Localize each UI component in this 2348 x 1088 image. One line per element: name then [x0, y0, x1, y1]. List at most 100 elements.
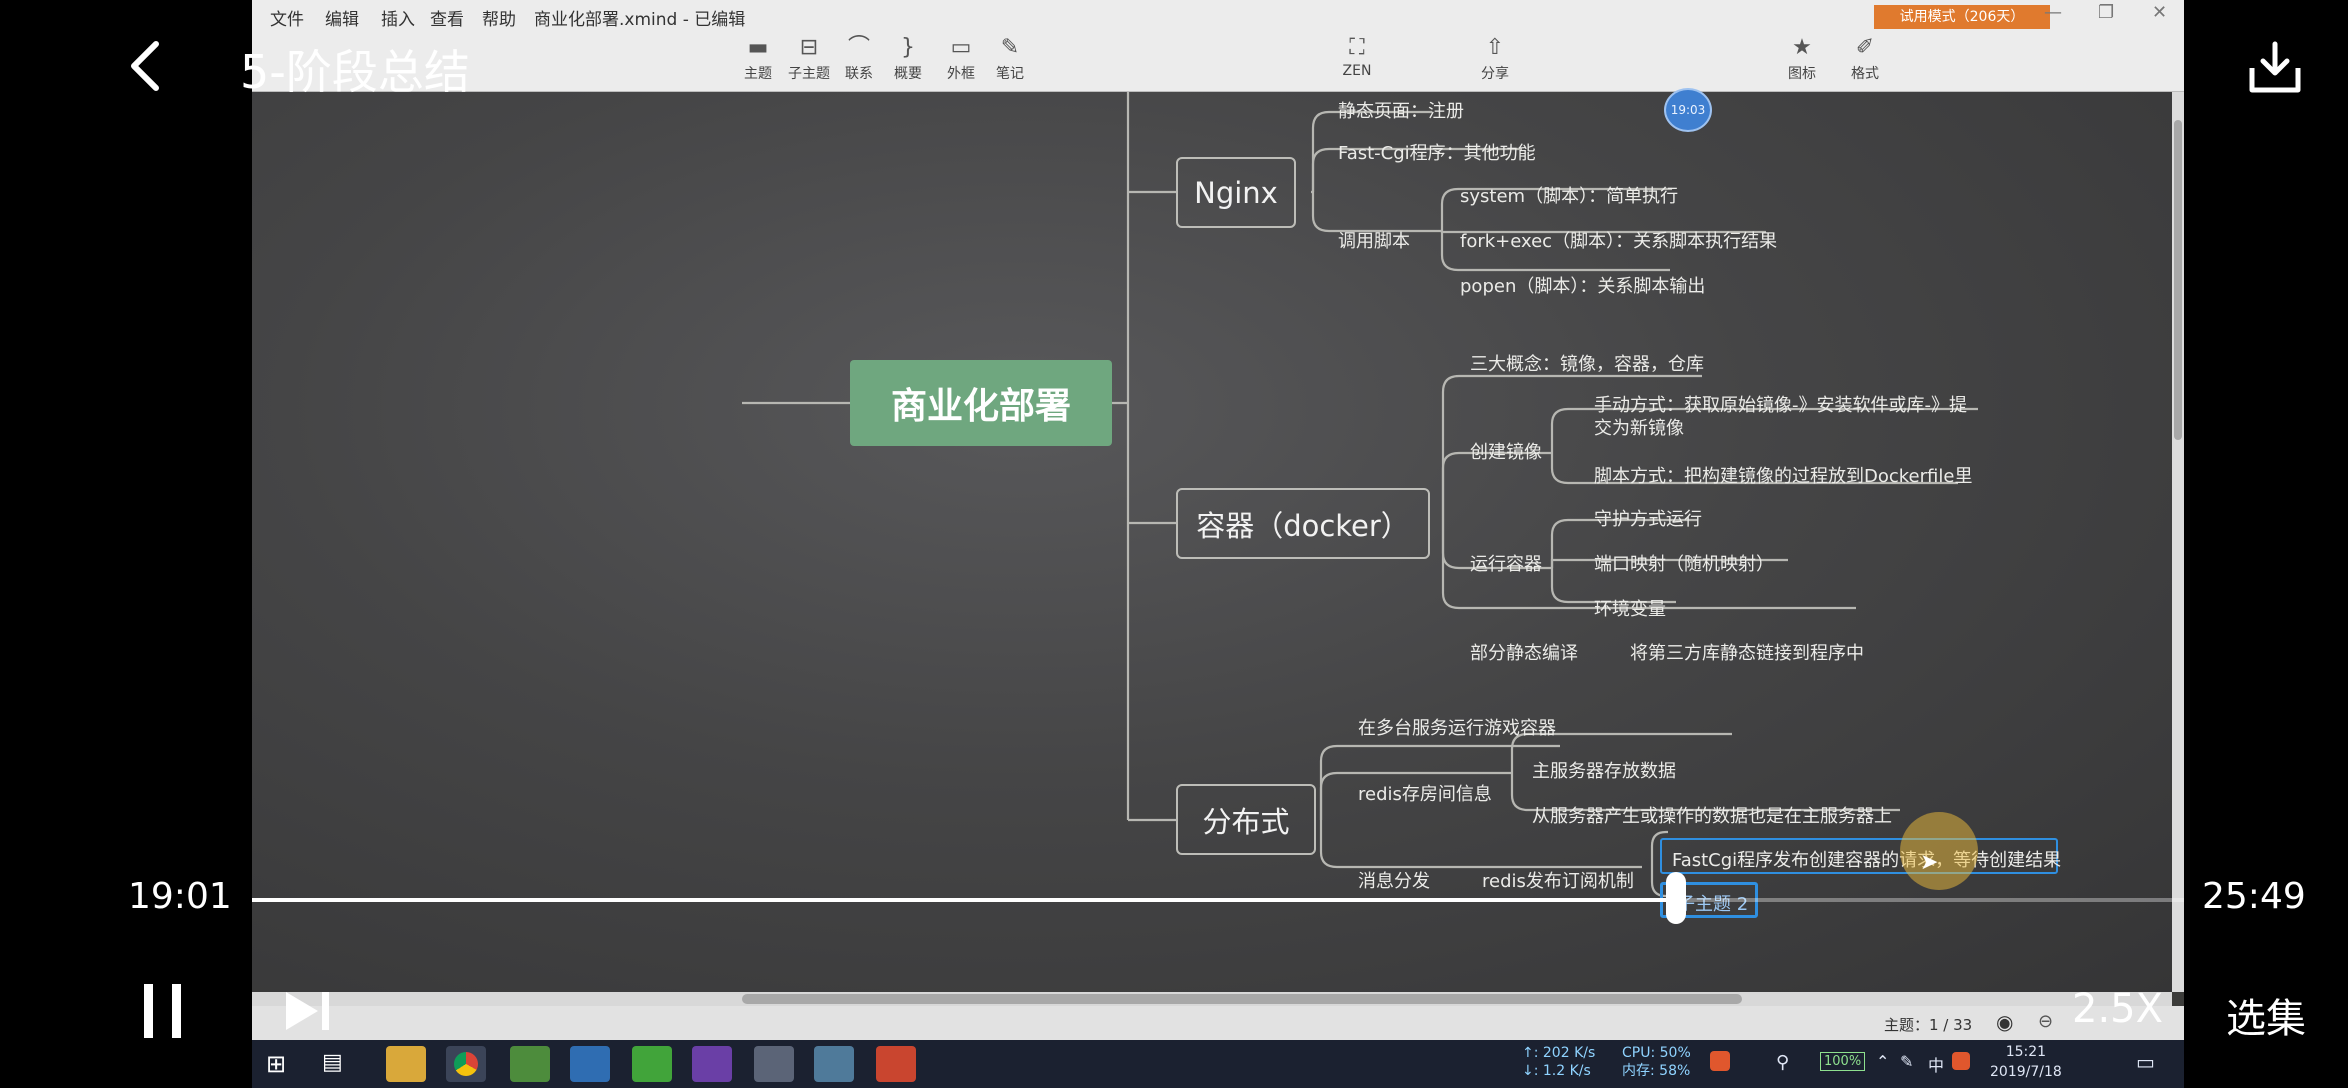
topic-fastcgi[interactable]: Fast-Cgi程序：其他功能	[1338, 139, 1536, 165]
topic-popen[interactable]: popen（脚本）：关系脚本输出	[1460, 272, 1705, 298]
topic-master-server[interactable]: 主服务器存放数据	[1532, 757, 1676, 783]
topic-three-concepts[interactable]: 三大概念：镜像，容器，仓库	[1470, 350, 1704, 376]
seek-progress	[252, 898, 1676, 902]
toolbar-topic[interactable]: ▬ 主题	[731, 33, 785, 89]
notification-icon[interactable]: ▭	[2136, 1050, 2155, 1074]
vertical-scroll-thumb[interactable]	[2174, 120, 2182, 440]
visual-studio-icon[interactable]	[692, 1046, 732, 1082]
topic-static-page[interactable]: 静态页面：注册	[1338, 97, 1464, 123]
toolbar-format[interactable]: ✐ 格式	[1838, 33, 1892, 89]
qt-creator-icon[interactable]	[632, 1046, 672, 1082]
episodes-button[interactable]: 选集	[2226, 986, 2306, 1044]
mindmap-canvas[interactable]: 19:03 商业化部署 Nginx 静态页面：注册 Fast-Cgi程序：其他功…	[252, 88, 2172, 992]
eye-icon[interactable]: ◉	[1996, 1010, 2013, 1034]
trial-badge[interactable]: 试用模式（206天）	[1874, 5, 2050, 29]
playback-speed[interactable]: 2.5X	[2072, 986, 2163, 1032]
topic-count: 主题：1 / 33	[1884, 1016, 1973, 1034]
sogou-icon[interactable]	[1710, 1051, 1730, 1071]
file-explorer-icon[interactable]	[386, 1046, 426, 1082]
windows-start-icon[interactable]: ⊞	[266, 1050, 286, 1078]
app-menubar: 文件 编辑 插入 查看 帮助 商业化部署.xmind - 已编辑 试用模式（20…	[252, 0, 2184, 33]
star-icon: ★	[1792, 35, 1812, 60]
current-time: 19:01	[128, 876, 232, 917]
topic-multi-server[interactable]: 在多台服务运行游戏容器	[1358, 714, 1556, 740]
menu-edit[interactable]: 编辑	[325, 5, 359, 30]
topic-distributed[interactable]: 分布式	[1176, 784, 1316, 855]
toolbar-label: 联系	[845, 66, 873, 82]
seek-thumb[interactable]	[1665, 872, 1686, 924]
horizontal-scroll-thumb[interactable]	[742, 994, 1742, 1004]
toolbar-label: 分享	[1481, 66, 1509, 82]
pen-icon[interactable]: ✎	[1900, 1052, 1913, 1071]
format-icon: ✐	[1855, 35, 1875, 60]
video-frame[interactable]: 文件 编辑 插入 查看 帮助 商业化部署.xmind - 已编辑 试用模式（20…	[252, 0, 2184, 1088]
sogou-tray-icon[interactable]	[1952, 1052, 1970, 1070]
topic-slave-server[interactable]: 从服务器产生或操作的数据也是在主服务器上	[1532, 802, 1892, 828]
battery-indicator[interactable]: 100%	[1820, 1052, 1866, 1071]
topic-daemon-run[interactable]: 守护方式运行	[1594, 505, 1702, 531]
topic-run-container[interactable]: 运行容器	[1470, 550, 1542, 576]
toolbar-zen[interactable]: ⛶ ZEN	[1330, 33, 1384, 89]
toolbar-label: 外框	[947, 66, 975, 82]
topic-create-image[interactable]: 创建镜像	[1470, 438, 1542, 464]
topic-env-vars[interactable]: 环境变量	[1594, 595, 1666, 621]
toolbar-subtopic[interactable]: ⊟ 子主题	[782, 33, 836, 89]
toolbar-icons[interactable]: ★ 图标	[1775, 33, 1829, 89]
topic-static-link[interactable]: 将第三方库静态链接到程序中	[1630, 639, 1864, 665]
subtopic-icon: ⊟	[799, 35, 819, 60]
toolbar-summary[interactable]: } 概要	[881, 33, 935, 89]
system-clock[interactable]: 15:21 2019/7/18	[1990, 1042, 2062, 1082]
skip-next-icon	[286, 992, 329, 1030]
topic-port-mapping[interactable]: 端口映射（随机映射）	[1594, 550, 1774, 576]
paint-icon[interactable]	[814, 1046, 854, 1082]
virtualbox-icon[interactable]	[570, 1046, 610, 1082]
topic-message-dispatch[interactable]: 消息分发	[1358, 867, 1430, 893]
toolbar-label: 笔记	[996, 66, 1024, 82]
minimize-icon[interactable]: —	[2044, 2, 2062, 23]
chevron-up-icon[interactable]: ⌃	[1876, 1052, 1889, 1071]
ime-indicator[interactable]: 中	[1928, 1052, 1944, 1076]
maximize-icon[interactable]: ❐	[2098, 2, 2114, 23]
toolbar-note[interactable]: ✎ 笔记	[983, 33, 1037, 89]
topic-system-script[interactable]: system（脚本）：简单执行	[1460, 182, 1678, 208]
seek-bar[interactable]	[252, 872, 2184, 924]
root-topic[interactable]: 商业化部署	[850, 360, 1112, 446]
windows-taskbar: ⊞ ▤ ↑: 202 K/s ↓: 1.2 K/s CPU: 50% 内存: 5…	[252, 1040, 2184, 1088]
menu-help[interactable]: 帮助	[482, 5, 516, 30]
topic-fastcgi-publish-box[interactable]: FastCgi程序发布创建容器的请求，等待创建结果	[1660, 838, 2061, 874]
video-title: 5-阶段总结	[240, 45, 470, 99]
topic-call-script[interactable]: 调用脚本	[1338, 227, 1410, 253]
chrome-icon[interactable]	[446, 1046, 486, 1082]
task-view-icon[interactable]: ▤	[322, 1050, 343, 1075]
toolbar-share[interactable]: ⇧ 分享	[1468, 33, 1522, 89]
xmind-icon[interactable]	[876, 1046, 916, 1082]
app-toolbar: ▬ 主题 ⊟ 子主题 ⌒ 联系 } 概要 ▭ 外框 ✎ 笔记 ⛶ ZEN ⇧ 分	[252, 33, 2184, 92]
menu-view[interactable]: 查看	[430, 5, 464, 30]
toolbar-relationship[interactable]: ⌒ 联系	[832, 33, 886, 89]
toolbar-label: 主题	[744, 66, 772, 82]
topic-nginx[interactable]: Nginx	[1176, 157, 1296, 228]
toolbar-label: 子主题	[788, 66, 830, 82]
topic-redis-room[interactable]: redis存房间信息	[1358, 780, 1492, 806]
toolbar-boundary[interactable]: ▭ 外框	[934, 33, 988, 89]
topic-redis-pubsub[interactable]: redis发布订阅机制	[1482, 867, 1634, 893]
topic-fork-exec[interactable]: fork+exec（脚本）：关系脚本执行结果	[1460, 227, 1777, 253]
person-icon[interactable]: ⚲	[1776, 1052, 1789, 1073]
topic-docker[interactable]: 容器（docker）	[1176, 488, 1430, 559]
memory-usage: 内存: 58%	[1622, 1063, 1691, 1079]
back-button[interactable]	[120, 36, 170, 100]
download-button[interactable]	[2246, 38, 2304, 100]
typora-icon[interactable]	[754, 1046, 794, 1082]
pause-icon	[144, 984, 181, 1038]
topic-icon: ▬	[747, 35, 769, 60]
topic-static-compile[interactable]: 部分静态编译	[1470, 639, 1578, 665]
topic-script-method[interactable]: 脚本方式：把构建镜像的过程放到Dockerfile里	[1594, 462, 1972, 488]
pause-button[interactable]	[142, 980, 186, 1046]
menu-file[interactable]: 文件	[270, 5, 304, 30]
notepad-plus-icon[interactable]	[510, 1046, 550, 1082]
topic-manual-method[interactable]: 手动方式：获取原始镜像-》安装软件或库-》提交为新镜像	[1594, 394, 1974, 440]
close-window-icon[interactable]: ✕	[2152, 2, 2167, 23]
next-button[interactable]	[282, 988, 334, 1038]
menu-insert[interactable]: 插入	[381, 5, 415, 30]
zoom-out-icon[interactable]: ⊖	[2038, 1011, 2053, 1032]
